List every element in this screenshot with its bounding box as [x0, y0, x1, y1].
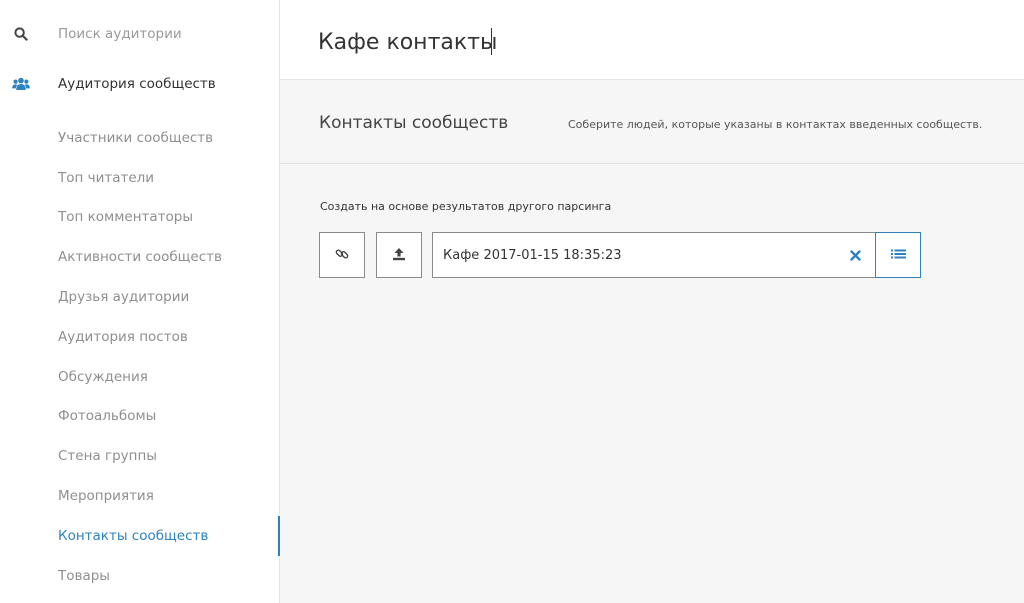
sidebar: Поиск аудитории Аудитория сообществ Учас…	[0, 0, 280, 603]
selected-parse-value: Кафе 2017-01-15 18:35:23	[443, 247, 622, 263]
upload-icon	[392, 246, 406, 265]
search-icon	[12, 25, 30, 43]
sidebar-item-audience-label: Аудитория сообществ	[58, 76, 216, 92]
users-icon	[12, 75, 30, 93]
sidebar-item-community-members[interactable]: Участники сообществ	[0, 118, 279, 158]
close-icon	[849, 246, 861, 265]
sidebar-item-community-contacts[interactable]: Контакты сообществ	[0, 515, 280, 556]
sidebar-item-search[interactable]: Поиск аудитории	[0, 14, 279, 54]
sidebar-item-group-wall[interactable]: Стена группы	[0, 436, 279, 476]
parse-list-button[interactable]	[875, 232, 921, 278]
sidebar-item-community-activity[interactable]: Активности сообществ	[0, 237, 279, 277]
link-icon	[335, 246, 349, 265]
sidebar-item-goods[interactable]: Товары	[0, 556, 279, 596]
sidebar-item-discussions[interactable]: Обсуждения	[0, 357, 279, 397]
task-title-input[interactable]	[318, 22, 878, 62]
header	[280, 0, 1024, 80]
section-description: Соберите людей, которые указаны в контак…	[568, 118, 983, 131]
sidebar-item-top-commenters[interactable]: Топ комментаторы	[0, 198, 279, 238]
sidebar-item-search-label: Поиск аудитории	[58, 26, 182, 42]
section-header: Контакты сообществ Соберите людей, котор…	[280, 81, 1024, 164]
list-icon	[890, 246, 906, 265]
sidebar-item-post-audience[interactable]: Аудитория постов	[0, 317, 279, 357]
sidebar-item-audience-friends[interactable]: Друзья аудитории	[0, 277, 279, 317]
sidebar-item-top-readers[interactable]: Топ читатели	[0, 158, 279, 198]
sidebar-item-audience[interactable]: Аудитория сообществ	[0, 64, 279, 104]
link-button[interactable]	[319, 232, 365, 278]
text-cursor	[491, 28, 492, 55]
upload-button[interactable]	[376, 232, 422, 278]
previous-parse-select[interactable]: Кафе 2017-01-15 18:35:23	[432, 232, 876, 278]
clear-selection-button[interactable]	[847, 247, 863, 263]
sidebar-item-events[interactable]: Мероприятия	[0, 476, 279, 516]
previous-parse-label: Создать на основе результатов другого па…	[320, 200, 612, 213]
sidebar-submenu: Участники сообществ Топ читатели Топ ком…	[0, 118, 280, 596]
sidebar-item-photo-albums[interactable]: Фотоальбомы	[0, 397, 279, 437]
section-title: Контакты сообществ	[319, 113, 509, 133]
